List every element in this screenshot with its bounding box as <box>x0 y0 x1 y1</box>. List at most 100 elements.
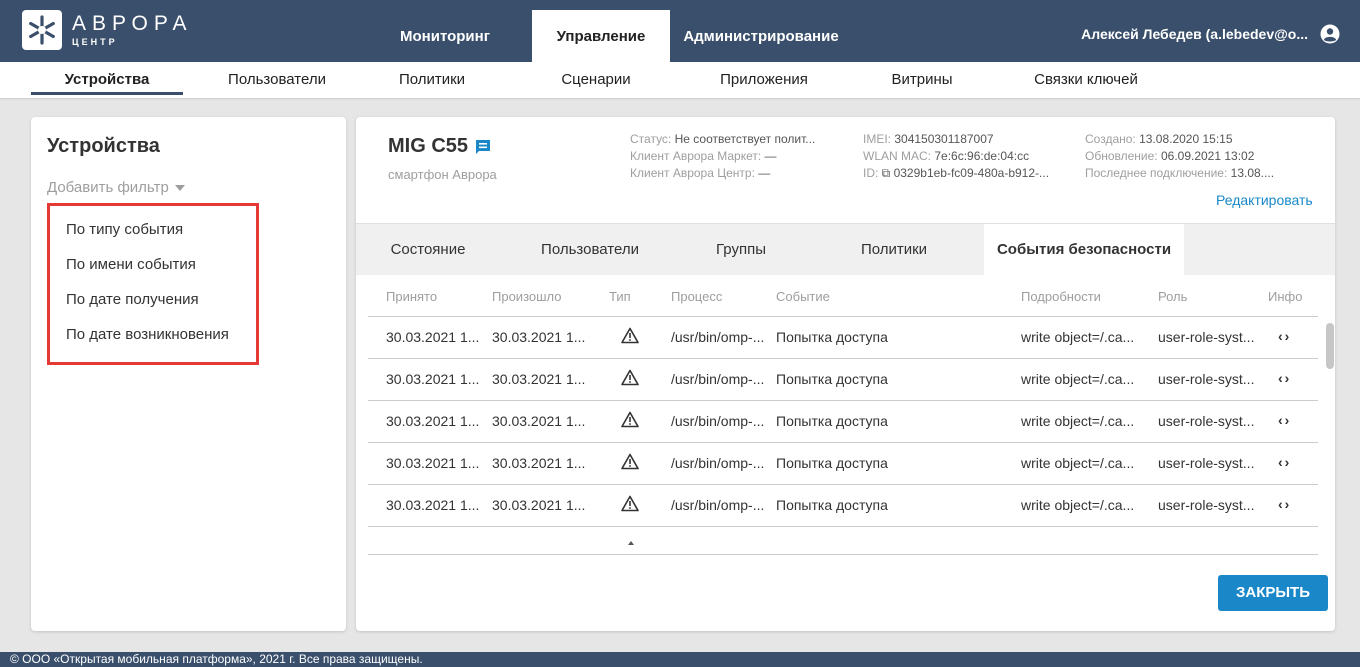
cell-received: 30.03.2021 1... <box>386 371 480 387</box>
created-value: 13.08.2020 15:15 <box>1139 132 1233 146</box>
device-ids-block: IMEI: 304150301187007 WLAN MAC: 7e:6c:96… <box>863 131 1083 182</box>
divider <box>368 554 1318 555</box>
top-nav: Мониторинг Управление Администрирование <box>358 10 852 62</box>
warning-icon <box>621 369 639 389</box>
col-details[interactable]: Подробности <box>1021 289 1101 304</box>
code-icon[interactable]: ‹› <box>1278 454 1291 470</box>
cell-occurred: 30.03.2021 1... <box>492 413 586 429</box>
tab-policies[interactable]: Политики <box>844 224 944 276</box>
table-row[interactable]: 30.03.2021 1... 30.03.2021 1... /usr/bin/o… <box>368 443 1318 485</box>
cell-process: /usr/bin/omp-... <box>671 497 765 513</box>
col-event[interactable]: Событие <box>776 289 830 304</box>
cell-received: 30.03.2021 1... <box>386 329 480 345</box>
subnav-users[interactable]: Пользователи <box>198 62 356 98</box>
logo[interactable]: АВРОРА ЦЕНТР <box>22 10 193 50</box>
panel-title: Устройства <box>47 135 160 157</box>
tab-state[interactable]: Состояние <box>380 224 476 276</box>
filter-option-received-date[interactable]: По дате получения <box>50 282 256 317</box>
last-connection-value: 13.08.... <box>1230 166 1275 180</box>
subnav-keychains[interactable]: Связки ключей <box>1018 62 1154 98</box>
col-role[interactable]: Роль <box>1158 289 1187 304</box>
table-row[interactable]: 30.03.2021 1... 30.03.2021 1... /usr/bin/o… <box>368 401 1318 443</box>
footer-copyright: © ООО «Открытая мобильная платформа», 20… <box>0 652 1360 667</box>
table-scrollbar[interactable] <box>1326 323 1334 369</box>
updated-label: Обновление: <box>1085 149 1161 163</box>
subnav-applications[interactable]: Приложения <box>700 62 828 98</box>
id-label: ID: <box>863 166 882 180</box>
cell-role: user-role-syst... <box>1158 329 1255 345</box>
cell-role: user-role-syst... <box>1158 371 1255 387</box>
code-icon[interactable]: ‹› <box>1278 328 1291 344</box>
warning-icon <box>621 327 639 347</box>
filter-option-event-type[interactable]: По типу события <box>50 212 256 247</box>
table-row[interactable]: 30.03.2021 1... 30.03.2021 1... /usr/bin/o… <box>368 317 1318 359</box>
cell-details: write object=/.ca... <box>1021 455 1135 471</box>
subnav-scenarios[interactable]: Сценарии <box>536 62 656 98</box>
code-icon[interactable]: ‹› <box>1278 370 1291 386</box>
topnav-administration[interactable]: Администрирование <box>670 10 852 62</box>
code-icon[interactable]: ‹› <box>1278 496 1291 512</box>
updated-value: 06.09.2021 13:02 <box>1160 149 1255 163</box>
col-process[interactable]: Процесс <box>671 289 722 304</box>
cell-details: write object=/.ca... <box>1021 413 1135 429</box>
table-row[interactable]: 30.03.2021 1... 30.03.2021 1... /usr/bin/o… <box>368 359 1318 401</box>
col-type[interactable]: Тип <box>609 289 631 304</box>
user-name: Алексей Лебедев (a.lebedev@o... <box>1081 26 1308 42</box>
add-filter-label: Добавить фильтр <box>47 179 169 196</box>
close-button[interactable]: ЗАКРЫТЬ <box>1218 575 1328 611</box>
device-details-panel: MIG C55 смартфон Аврора Статус: Не соотв… <box>356 117 1335 631</box>
market-client-value: — <box>764 149 777 163</box>
tab-users[interactable]: Пользователи <box>528 224 652 276</box>
logo-title: АВРОРА <box>72 12 193 35</box>
table-row[interactable]: 30.03.2021 1... 30.03.2021 1... /usr/bin/o… <box>368 485 1318 527</box>
scroll-up-icon[interactable] <box>628 541 634 545</box>
tab-security-events[interactable]: События безопасности <box>984 224 1184 276</box>
snowflake-icon <box>22 10 62 50</box>
cell-received: 30.03.2021 1... <box>386 497 480 513</box>
filter-option-event-name[interactable]: По имени события <box>50 247 256 282</box>
cell-role: user-role-syst... <box>1158 413 1255 429</box>
col-occurred[interactable]: Произошло <box>492 289 562 304</box>
cell-occurred: 30.03.2021 1... <box>492 497 586 513</box>
cell-event: Попытка доступа <box>776 413 888 429</box>
filter-option-occurred-date[interactable]: По дате возникновения <box>50 317 256 352</box>
device-dates-block: Создано: 13.08.2020 15:15 Обновление: 06… <box>1085 131 1317 182</box>
id-value: 0329b1eb-fc09-480a-b912-... <box>893 166 1050 180</box>
cell-event: Попытка доступа <box>776 329 888 345</box>
comment-icon[interactable] <box>474 138 492 156</box>
user-menu[interactable]: Алексей Лебедев (a.lebedev@o... <box>1081 24 1340 44</box>
subnav-showcases[interactable]: Витрины <box>870 62 974 98</box>
filter-menu: По типу события По имени события По дате… <box>47 203 259 365</box>
device-name-text: MIG C55 <box>388 135 469 157</box>
chevron-down-icon <box>174 184 185 191</box>
cell-occurred: 30.03.2021 1... <box>492 371 586 387</box>
topnav-monitoring[interactable]: Мониторинг <box>358 10 532 62</box>
edit-link[interactable]: Редактировать <box>1216 192 1313 208</box>
topnav-management[interactable]: Управление <box>532 10 670 62</box>
cell-process: /usr/bin/omp-... <box>671 329 765 345</box>
cell-details: write object=/.ca... <box>1021 329 1135 345</box>
device-status-block: Статус: Не соответствует полит... Клиент… <box>630 131 852 182</box>
add-filter-dropdown[interactable]: Добавить фильтр <box>47 179 185 196</box>
status-label: Статус: <box>630 132 675 146</box>
col-received[interactable]: Принято <box>386 289 437 304</box>
cell-event: Попытка доступа <box>776 455 888 471</box>
col-info[interactable]: Инфо <box>1268 289 1302 304</box>
user-circle-icon <box>1320 24 1340 44</box>
cell-process: /usr/bin/omp-... <box>671 455 765 471</box>
cell-role: user-role-syst... <box>1158 455 1255 471</box>
cell-process: /usr/bin/omp-... <box>671 371 765 387</box>
table-header: Принято Произошло Тип Процесс Событие По… <box>368 277 1318 317</box>
warning-icon <box>621 495 639 515</box>
cell-occurred: 30.03.2021 1... <box>492 329 586 345</box>
logo-subtitle: ЦЕНТР <box>72 37 118 47</box>
filters-panel: Устройства Добавить фильтр По типу событ… <box>31 117 346 631</box>
sub-nav: Устройства Пользователи Политики Сценари… <box>0 62 1360 98</box>
code-icon[interactable]: ‹› <box>1278 412 1291 428</box>
subnav-policies[interactable]: Политики <box>372 62 492 98</box>
copy-icon[interactable]: ⧉ <box>882 166 894 180</box>
cell-details: write object=/.ca... <box>1021 371 1135 387</box>
cell-role: user-role-syst... <box>1158 497 1255 513</box>
tab-groups[interactable]: Группы <box>696 224 786 276</box>
subnav-devices[interactable]: Устройства <box>31 62 183 98</box>
